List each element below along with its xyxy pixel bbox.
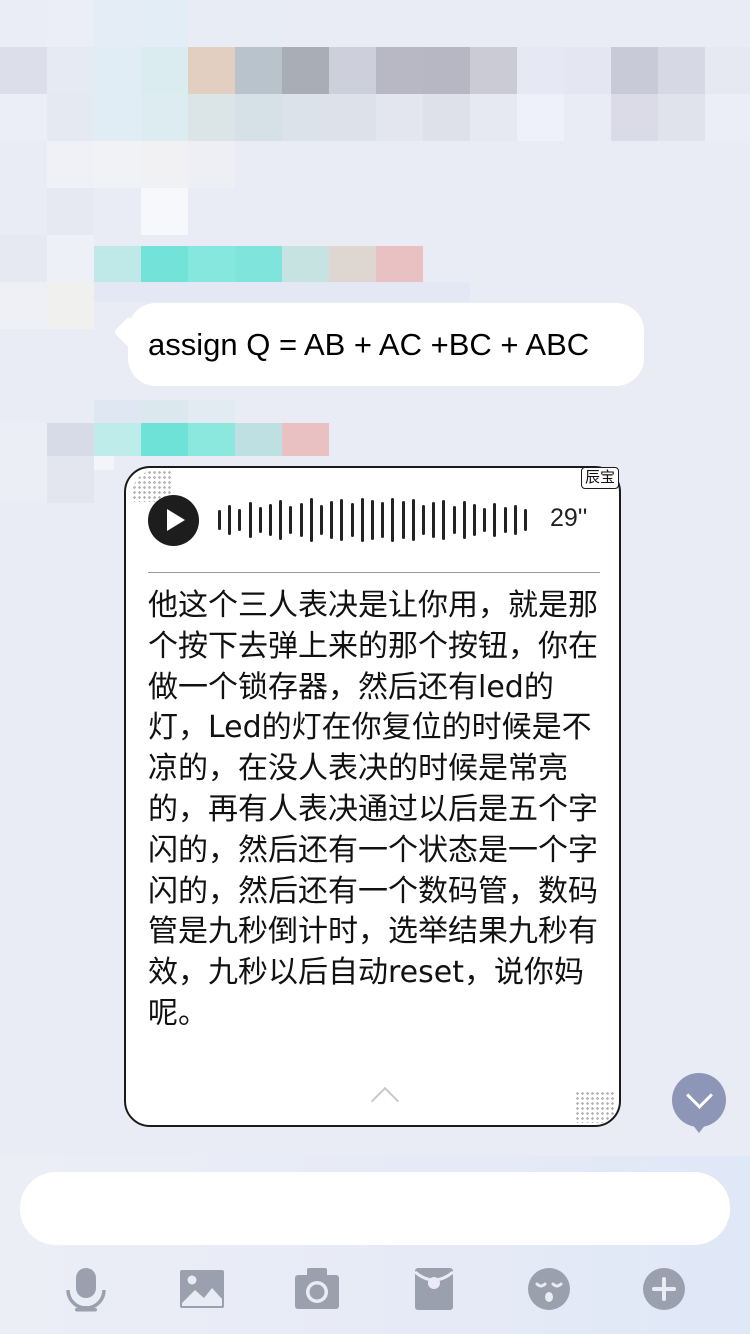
halftone-decoration bbox=[575, 1091, 615, 1123]
waveform-bar bbox=[330, 501, 334, 539]
waveform-bar bbox=[513, 505, 517, 535]
waveform-bar bbox=[422, 505, 425, 535]
plus-icon[interactable] bbox=[641, 1266, 687, 1312]
camera-icon[interactable] bbox=[294, 1266, 340, 1312]
waveform-bar bbox=[462, 501, 466, 539]
red-packet-icon[interactable] bbox=[411, 1266, 457, 1312]
waveform-bar bbox=[411, 499, 415, 541]
waveform-bar bbox=[524, 509, 527, 531]
waveform-bar bbox=[258, 507, 262, 533]
waveform-bar bbox=[309, 498, 313, 542]
waveform-bar bbox=[503, 507, 507, 533]
waveform-bar bbox=[360, 498, 364, 542]
voice-transcript: 他这个三人表决是让你用，就是那个按下去弹上来的那个按钮，你在做一个锁存器，然后还… bbox=[148, 588, 598, 1031]
waveform-bar bbox=[248, 502, 252, 538]
waveform-bar bbox=[269, 504, 272, 536]
play-icon[interactable] bbox=[148, 495, 199, 546]
text-message-content: assign Q = AB + AC +BC + ABC bbox=[148, 326, 590, 362]
waveform-bar bbox=[401, 501, 405, 539]
message-input[interactable] bbox=[20, 1172, 730, 1245]
waveform-bar bbox=[381, 502, 385, 538]
emoji-icon[interactable] bbox=[526, 1266, 572, 1312]
waveform-bar bbox=[350, 503, 354, 537]
waveform-icon[interactable] bbox=[218, 498, 536, 542]
waveform-bar bbox=[493, 503, 497, 537]
waveform-bar bbox=[432, 502, 436, 538]
image-icon[interactable] bbox=[179, 1266, 225, 1312]
waveform-bar bbox=[218, 510, 221, 530]
voice-duration: 29'' bbox=[550, 504, 588, 532]
waveform-bar bbox=[299, 503, 303, 537]
waveform-bar bbox=[238, 509, 242, 531]
waveform-bar bbox=[483, 508, 487, 532]
waveform-bar bbox=[279, 500, 283, 540]
bubble-tag: 辰宝 bbox=[581, 467, 619, 489]
microphone-icon[interactable] bbox=[63, 1266, 109, 1312]
divider bbox=[148, 572, 600, 573]
waveform-bar bbox=[320, 505, 323, 535]
waveform-bar bbox=[340, 499, 344, 541]
waveform-bar bbox=[391, 498, 395, 542]
text-message-bubble[interactable]: assign Q = AB + AC +BC + ABC bbox=[128, 303, 644, 386]
waveform-bar bbox=[289, 506, 293, 534]
waveform-bar bbox=[473, 504, 476, 536]
waveform-bar bbox=[452, 506, 456, 534]
scroll-to-bottom-button[interactable] bbox=[672, 1073, 726, 1133]
waveform-bar bbox=[371, 500, 374, 540]
waveform-bar bbox=[228, 505, 232, 535]
waveform-bar bbox=[442, 500, 446, 540]
